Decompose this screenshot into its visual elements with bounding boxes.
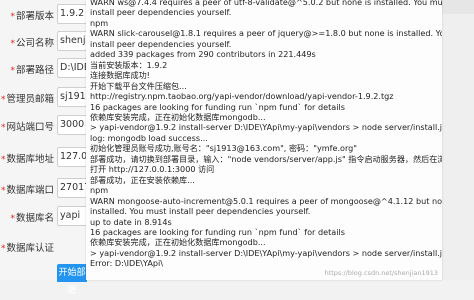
form-label-text: 网站端口号	[6, 122, 54, 133]
log-line: WARN ws@7.4.4 requires a peer of utf-8-v…	[90, 0, 442, 7]
form-label-text: 数据库端口	[6, 185, 54, 196]
form-label-text: 部署版本	[15, 11, 54, 22]
form-label-text: 数据库认证	[6, 243, 54, 254]
log-line: 16 packages are looking for funding run …	[90, 226, 345, 237]
log-line: up to date in 8.914s	[90, 216, 172, 227]
log-line: 开始下载平台文件压缩包...	[90, 80, 187, 91]
form-label-text: 数据库名	[15, 213, 54, 224]
required-marker: *	[10, 66, 15, 76]
watermark: https://blog.csdn.net/shenjian1913	[324, 269, 438, 277]
log-line: npm	[90, 17, 109, 28]
required-marker: *	[10, 12, 15, 22]
form-label-text: 数据库地址	[6, 154, 54, 165]
required-marker: *	[0, 123, 6, 133]
log-line: > yapi-vendor@1.9.2 install-server D:\ID…	[90, 122, 442, 133]
form-label: *数据库地址	[0, 151, 54, 165]
install-console: WARN ws@7.4.4 requires a peer of utf-8-v…	[86, 0, 442, 280]
log-line: > yapi-vendor@1.9.2 install-server D:\ID…	[90, 247, 442, 258]
form-label: *数据库认证	[0, 240, 54, 254]
log-line: 初始化管理员账号成功,账号名："sj1913@163.com", 密码："ymf…	[90, 143, 358, 154]
log-line: npm	[90, 185, 109, 196]
log-line: WARN mongoose-auto-increment@5.0.1 requi…	[90, 195, 442, 206]
log-line: 部署成功，正在安装依赖库...	[90, 174, 195, 185]
form-label: *部署版本	[0, 8, 54, 22]
right-panel	[442, 0, 474, 280]
form-label: *管理员邮箱	[0, 91, 54, 105]
required-marker: *	[10, 214, 15, 224]
form-label-text: 管理员邮箱	[6, 94, 54, 105]
form-label-text: 部署路径	[15, 65, 54, 76]
right-panel-bar	[442, 0, 474, 14]
log-line: 依赖库安装完成，正在初始化数据库mongodb...	[90, 237, 266, 248]
log-line: 连接数据库成功!	[90, 70, 150, 81]
form-label: *数据库名	[0, 210, 54, 224]
log-line: 打开 http://127.0.0.1:3000 访问	[90, 164, 215, 175]
log-line: WARN slick-carousel@1.8.1 requires a pee…	[90, 28, 442, 39]
log-line: 当前安装版本：1.9.2	[90, 59, 168, 70]
form-label: *网站端口号	[0, 119, 54, 133]
log-line: install peer dependencies yourself.	[90, 7, 232, 18]
required-marker: *	[0, 95, 6, 105]
log-line: http://registry.npm.taobao.org/yapi-vend…	[90, 91, 394, 102]
form-label-text: 公司名称	[15, 38, 54, 49]
log-line: 16 packages are looking for funding run …	[90, 101, 345, 112]
log-line: log: mongodb load success...	[90, 132, 208, 143]
form-label: *数据库端口	[0, 182, 54, 196]
log-line: added 339 packages from 290 contributors…	[90, 49, 316, 60]
form-label: *部署路径	[0, 62, 54, 76]
log-line: 依赖库安装完成，正在初始化数据库mongodb...	[90, 111, 266, 122]
required-marker: *	[0, 244, 6, 254]
required-marker: *	[0, 186, 6, 196]
start-deploy-button[interactable]: 开始部署	[57, 264, 87, 296]
log-line: Error: D:\IDE\YApi\	[90, 258, 163, 269]
form-label: *公司名称	[0, 35, 54, 49]
log-line: 部署成功，请切换到部署目录，输入："node vendors/server/ap…	[90, 153, 442, 164]
log-line: install peer dependencies yourself.	[90, 38, 232, 49]
required-marker: *	[10, 39, 15, 49]
console-log: WARN ws@7.4.4 requires a peer of utf-8-v…	[90, 0, 442, 269]
required-marker: *	[0, 155, 6, 165]
log-line: installed. You must install peer depende…	[90, 206, 311, 217]
